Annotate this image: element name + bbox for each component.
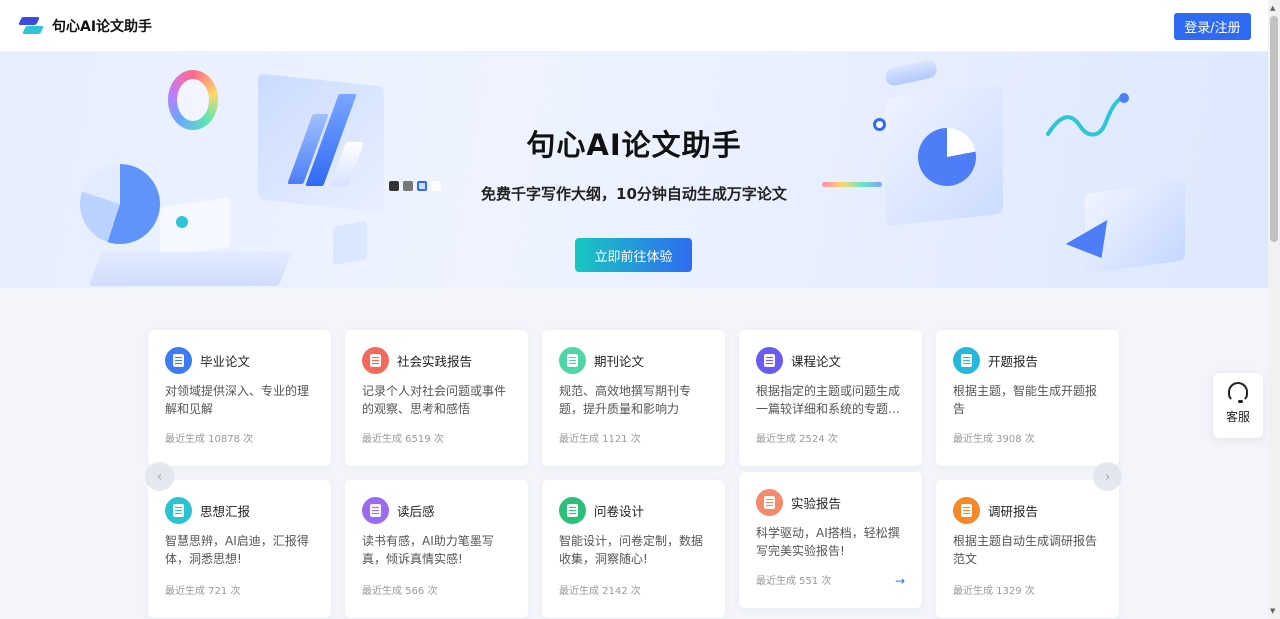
reading-icon bbox=[362, 496, 389, 524]
feature-card[interactable]: 实验报告科学驱动，AI搭档，轻松撰写完美实验报告! 最近生成 551 次 → bbox=[739, 472, 922, 608]
flask-icon bbox=[756, 488, 783, 516]
card-header: 开题报告 bbox=[953, 346, 1103, 374]
card-generation-count: 最近生成 1329 次 bbox=[953, 586, 1035, 597]
feature-card[interactable]: 开题报告根据主题，智能生成开题报告最近生成 3908 次 bbox=[936, 330, 1119, 466]
scroll-up-icon[interactable]: ▲ bbox=[1270, 4, 1275, 12]
journal-icon bbox=[559, 346, 586, 374]
card-description: 根据主题，智能生成开题报告 bbox=[953, 384, 1098, 416]
customer-service-label: 客服 bbox=[1225, 410, 1250, 424]
try-now-button[interactable]: 立即前往体验 bbox=[575, 238, 692, 272]
cylinder-illustration bbox=[883, 58, 939, 88]
feature-card[interactable]: 思想汇报智慧思辨，AI启迪，汇报得体，洞悉思想! 最近生成 721 次 bbox=[148, 480, 331, 618]
brand-name: 句心AI论文助手 bbox=[52, 18, 153, 35]
card-description: 根据主题自动生成调研报告范文 bbox=[953, 534, 1098, 566]
feature-card[interactable]: 调研报告根据主题自动生成调研报告范文最近生成 1329 次 bbox=[936, 480, 1119, 618]
scroll-thumb[interactable] bbox=[1270, 16, 1278, 242]
color-ring-illustration bbox=[168, 70, 218, 130]
card-description: 科学驱动，AI搭档，轻松撰写完美实验报告! bbox=[756, 526, 900, 558]
card-generation-count: 最近生成 2524 次 bbox=[756, 434, 838, 445]
location-icon bbox=[953, 496, 980, 524]
card-generation-count: 最近生成 6519 次 bbox=[362, 434, 444, 445]
card-description: 对领域提供深入、专业的理解和见解 bbox=[165, 384, 310, 416]
card-header: 课程论文 bbox=[756, 346, 906, 374]
login-register-button[interactable]: 登录/注册 bbox=[1174, 13, 1251, 40]
sheet-illustration bbox=[160, 197, 230, 257]
feature-card[interactable]: 社会实践报告记录个人对社会问题或事件的观察、思考和感悟最近生成 6519 次 bbox=[345, 330, 528, 466]
feature-card[interactable]: 问卷设计智能设计，问卷定制，数据收集，洞察随心! 最近生成 2142 次 bbox=[542, 480, 725, 618]
card-title: 实验报告 bbox=[791, 495, 842, 511]
card-title: 问卷设计 bbox=[594, 503, 645, 519]
hero-subtitle: 免费千字写作大纲，10分钟自动生成万字论文 bbox=[481, 185, 787, 203]
carousel-next-button[interactable]: › bbox=[1093, 462, 1122, 491]
card-description: 规范、高效地撰写期刊专题，提升质量和影响力 bbox=[559, 384, 692, 416]
card-description: 根据指定的主题或问题生成一篇较详细和系统的专题… bbox=[756, 384, 901, 416]
scroll-down-icon[interactable]: ▼ bbox=[1270, 607, 1275, 615]
logo-icon bbox=[18, 16, 44, 35]
chevron-right-icon: › bbox=[1104, 468, 1111, 485]
thought-icon bbox=[165, 496, 192, 524]
card-header: 社会实践报告 bbox=[362, 346, 512, 374]
image-card-illustration bbox=[333, 221, 367, 265]
card-generation-count: 最近生成 3908 次 bbox=[953, 434, 1035, 445]
card-description: 记录个人对社会问题或事件的观察、思考和感悟 bbox=[362, 384, 507, 416]
card-generation-count: 最近生成 721 次 bbox=[165, 586, 241, 597]
card-generation-count: 最近生成 1121 次 bbox=[559, 434, 641, 445]
card-title: 调研报告 bbox=[988, 503, 1039, 519]
laptop-illustration bbox=[88, 252, 292, 286]
card-description: 读书有感，AI助力笔墨写真，倾诉真情实感! bbox=[362, 534, 494, 566]
carousel-prev-button[interactable]: ‹ bbox=[145, 462, 174, 491]
feature-card[interactable]: 课程论文根据指定的主题或问题生成一篇较详细和系统的专题… 最近生成 2524 次 bbox=[739, 330, 922, 466]
book-icon bbox=[953, 346, 980, 374]
card-header: 调研报告 bbox=[953, 496, 1103, 524]
customer-service-button[interactable]: 客服 bbox=[1213, 373, 1263, 438]
hero-banner: 句心AI论文助手 免费千字写作大纲，10分钟自动生成万字论文 立即前往体验 bbox=[0, 52, 1268, 288]
feature-card[interactable]: 读后感读书有感，AI助力笔墨写真，倾诉真情实感! 最近生成 566 次 bbox=[345, 480, 528, 618]
page-scrollbar[interactable]: ▲ ▼ bbox=[1268, 0, 1280, 619]
dot-illustration bbox=[176, 216, 188, 228]
card-header: 毕业论文 bbox=[165, 346, 315, 374]
card-header: 实验报告 bbox=[756, 488, 906, 516]
arrow-right-icon[interactable]: → bbox=[895, 574, 905, 588]
survey-icon bbox=[559, 496, 586, 524]
card-title: 课程论文 bbox=[791, 353, 842, 369]
hero-title: 句心AI论文助手 bbox=[526, 128, 742, 162]
card-title: 期刊论文 bbox=[594, 353, 645, 369]
card-description: 智慧思辨，AI启迪，汇报得体，洞悉思想! bbox=[165, 534, 309, 566]
course-icon bbox=[756, 346, 783, 374]
card-description: 智能设计，问卷定制，数据收集，洞察随心! bbox=[559, 534, 704, 566]
feature-card[interactable]: 期刊论文规范、高效地撰写期刊专题，提升质量和影响力最近生成 1121 次 bbox=[542, 330, 725, 466]
pie-illustration bbox=[80, 164, 160, 244]
feature-card[interactable]: 毕业论文对领域提供深入、专业的理解和见解最近生成 10878 次 bbox=[148, 330, 331, 466]
card-title: 社会实践报告 bbox=[397, 353, 473, 369]
card-header: 问卷设计 bbox=[559, 496, 709, 524]
card-title: 思想汇报 bbox=[200, 503, 251, 519]
card-title: 开题报告 bbox=[988, 353, 1039, 369]
card-header: 读后感 bbox=[362, 496, 512, 524]
headset-icon bbox=[1228, 382, 1248, 403]
card-header: 期刊论文 bbox=[559, 346, 709, 374]
card-title: 读后感 bbox=[397, 503, 435, 519]
top-header: 句心AI论文助手 登录/注册 bbox=[0, 0, 1268, 52]
document-icon bbox=[165, 346, 192, 374]
card-generation-count: 最近生成 551 次 bbox=[756, 576, 832, 587]
chevron-left-icon: ‹ bbox=[156, 468, 163, 485]
card-generation-count: 最近生成 10878 次 bbox=[165, 434, 254, 445]
report-icon bbox=[362, 346, 389, 374]
card-header: 思想汇报 bbox=[165, 496, 315, 524]
card-generation-count: 最近生成 2142 次 bbox=[559, 586, 641, 597]
card-title: 毕业论文 bbox=[200, 353, 251, 369]
card-generation-count: 最近生成 566 次 bbox=[362, 586, 438, 597]
